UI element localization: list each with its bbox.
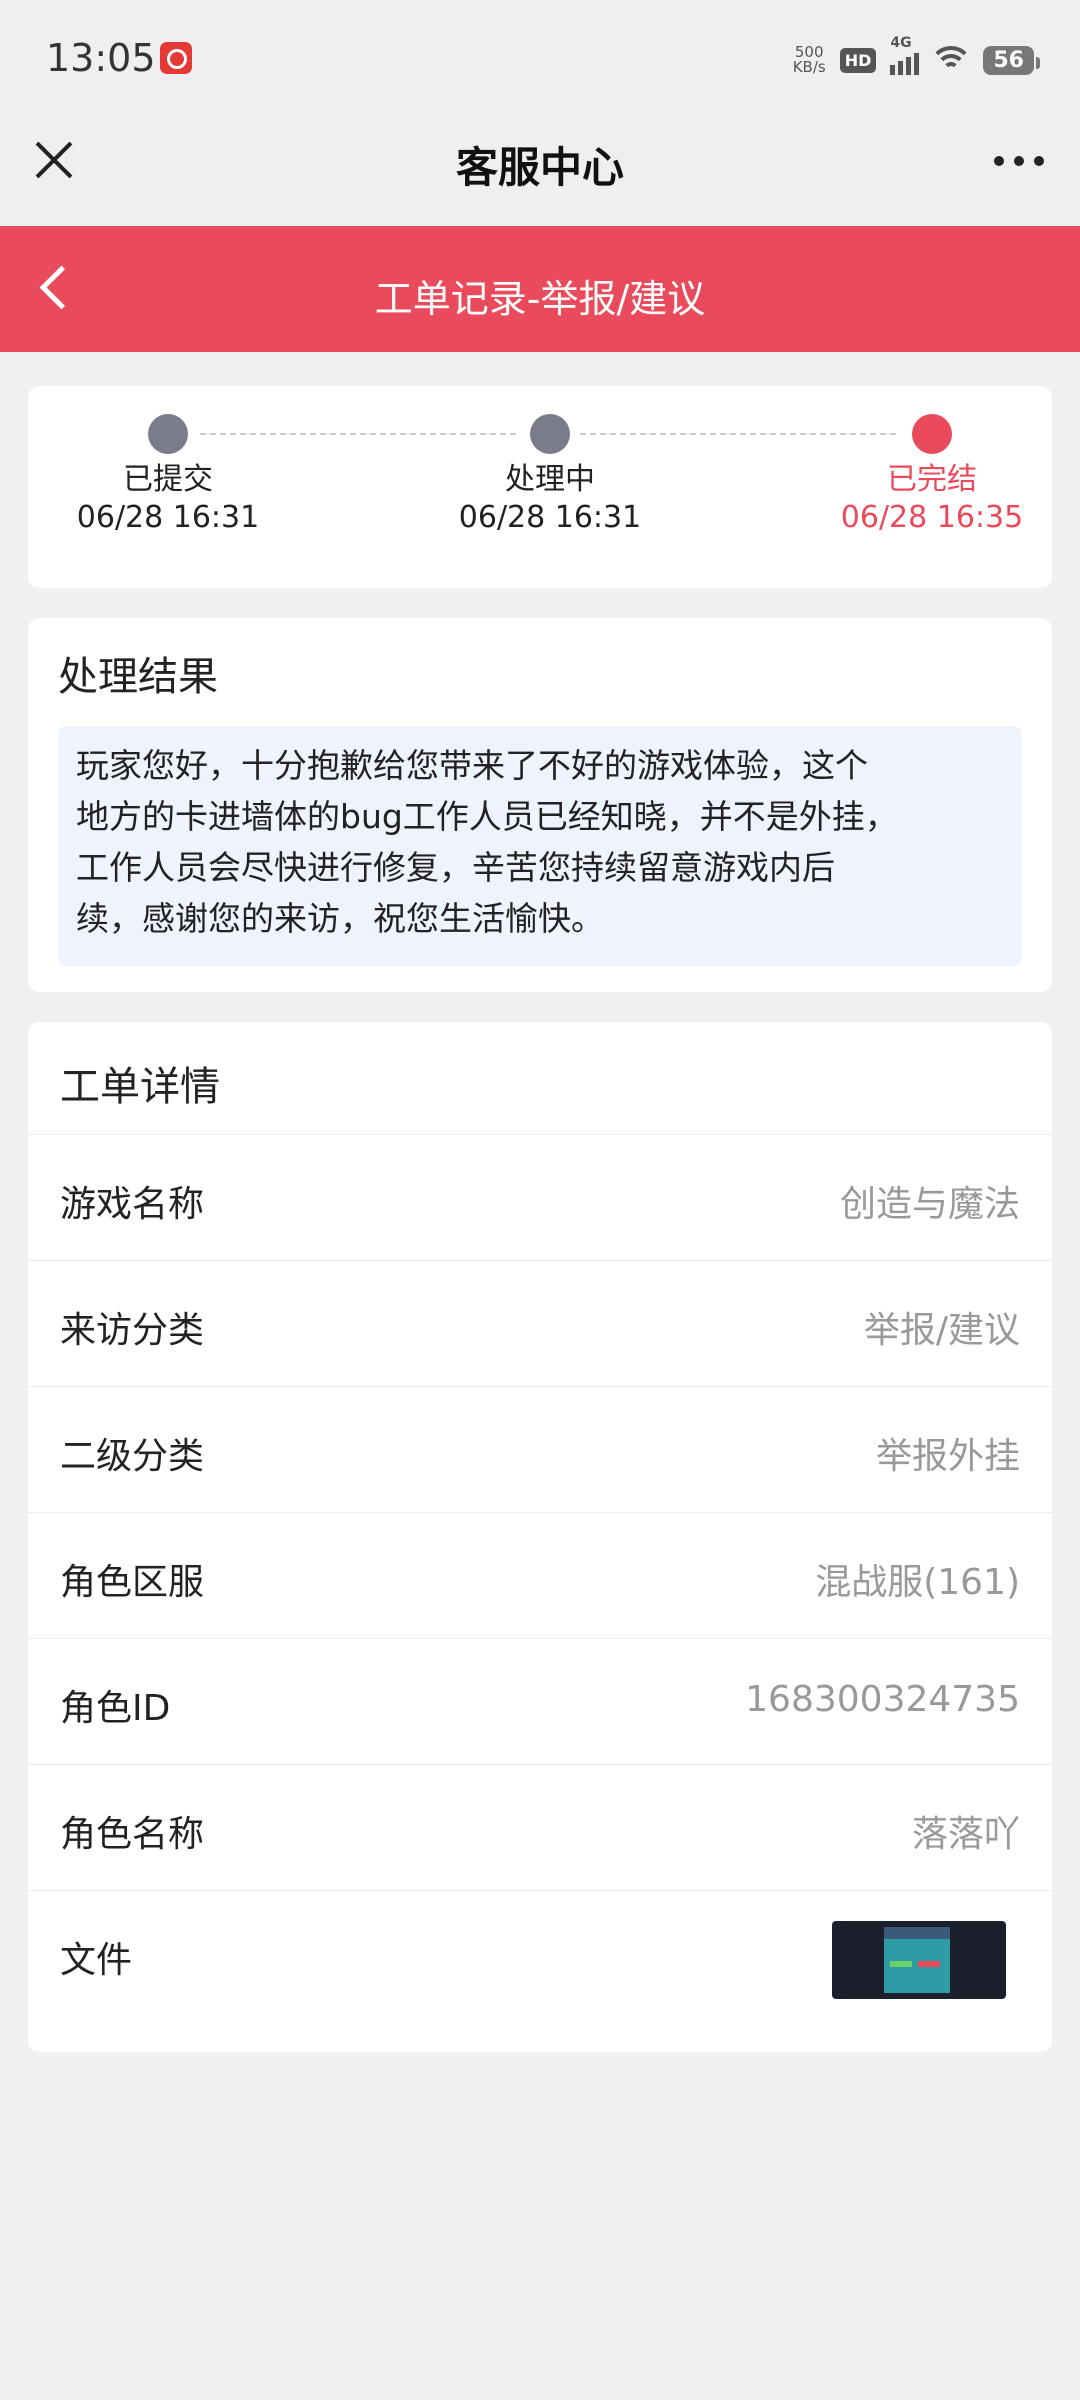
detail-label: 角色名称 bbox=[60, 1814, 205, 1855]
result-card: 处理结果 玩家您好，十分抱歉给您带来了不好的游戏体验，这个 地方的卡进墙体的bu… bbox=[28, 618, 1052, 992]
detail-label: 游戏名称 bbox=[60, 1184, 205, 1225]
more-options-icon[interactable] bbox=[994, 156, 1044, 166]
detail-value: 168300324735 bbox=[745, 1679, 1020, 1720]
step-dot bbox=[912, 414, 952, 454]
status-indicators: 500 KB/s HD 4G 56 bbox=[792, 35, 1040, 80]
step-date: 06/28 16:35 bbox=[840, 500, 1024, 535]
music-app-icon bbox=[160, 42, 192, 74]
detail-row-game-name: 游戏名称 创造与魔法 bbox=[28, 1134, 1052, 1261]
detail-row-file: 文件 bbox=[28, 1890, 1052, 2017]
cell-signal-icon: 4G bbox=[890, 35, 920, 75]
detail-label: 文件 bbox=[60, 1940, 133, 1981]
step-label: 已提交 bbox=[123, 462, 213, 497]
detail-value: 举报/建议 bbox=[863, 1310, 1020, 1351]
ticket-details-card: 工单详情 游戏名称 创造与魔法 来访分类 举报/建议 二级分类 举报外挂 角色区… bbox=[28, 1022, 1052, 2052]
ticket-progress-card: 已提交 06/28 16:31 处理中 06/28 16:31 已完结 06/2… bbox=[28, 386, 1052, 588]
hd-icon: HD bbox=[839, 47, 877, 73]
detail-row-role-id: 角色ID 168300324735 bbox=[28, 1638, 1052, 1765]
detail-row-role-name: 角色名称 落落吖 bbox=[28, 1764, 1052, 1891]
page-title: 客服中心 bbox=[455, 143, 624, 192]
progress-step-completed: 已完结 06/28 16:35 bbox=[802, 414, 1062, 538]
progress-step-processing: 处理中 06/28 16:31 bbox=[420, 414, 680, 538]
progress-step-submitted: 已提交 06/28 16:31 bbox=[38, 414, 298, 538]
detail-label: 角色区服 bbox=[60, 1562, 205, 1603]
ticket-header-title: 工单记录-举报/建议 bbox=[374, 277, 706, 321]
step-label: 处理中 bbox=[505, 462, 595, 497]
battery-icon: 56 bbox=[983, 45, 1040, 75]
step-dot bbox=[148, 414, 188, 454]
detail-row-server: 角色区服 混战服(161) bbox=[28, 1512, 1052, 1639]
detail-value: 落落吖 bbox=[911, 1814, 1020, 1855]
app-title-bar: 客服中心 bbox=[0, 120, 1080, 226]
detail-label: 二级分类 bbox=[60, 1436, 205, 1477]
step-date: 06/28 16:31 bbox=[76, 500, 260, 535]
step-dot bbox=[530, 414, 570, 454]
net-speed: 500 KB/s bbox=[792, 43, 826, 76]
wifi-icon bbox=[933, 46, 970, 74]
detail-value: 混战服(161) bbox=[815, 1562, 1020, 1603]
result-title: 处理结果 bbox=[58, 654, 218, 700]
result-message-box: 玩家您好，十分抱歉给您带来了不好的游戏体验，这个 地方的卡进墙体的bug工作人员… bbox=[58, 726, 1022, 966]
step-date: 06/28 16:31 bbox=[458, 500, 642, 535]
step-label: 已完结 bbox=[887, 462, 977, 497]
detail-label: 来访分类 bbox=[60, 1310, 205, 1351]
status-time: 13:05 bbox=[46, 36, 156, 80]
detail-label: 角色ID bbox=[60, 1688, 171, 1729]
detail-value: 举报外挂 bbox=[875, 1436, 1020, 1477]
file-thumbnail[interactable] bbox=[832, 1921, 1006, 1999]
status-bar: 13:05 500 KB/s HD 4G 56 bbox=[0, 0, 1080, 120]
result-message: 玩家您好，十分抱歉给您带来了不好的游戏体验，这个 地方的卡进墙体的bug工作人员… bbox=[76, 746, 898, 938]
details-title: 工单详情 bbox=[60, 1064, 220, 1110]
detail-row-subcategory: 二级分类 举报外挂 bbox=[28, 1386, 1052, 1513]
detail-row-visit-category: 来访分类 举报/建议 bbox=[28, 1260, 1052, 1387]
detail-value: 创造与魔法 bbox=[839, 1184, 1020, 1225]
ticket-header: 工单记录-举报/建议 bbox=[0, 226, 1080, 352]
